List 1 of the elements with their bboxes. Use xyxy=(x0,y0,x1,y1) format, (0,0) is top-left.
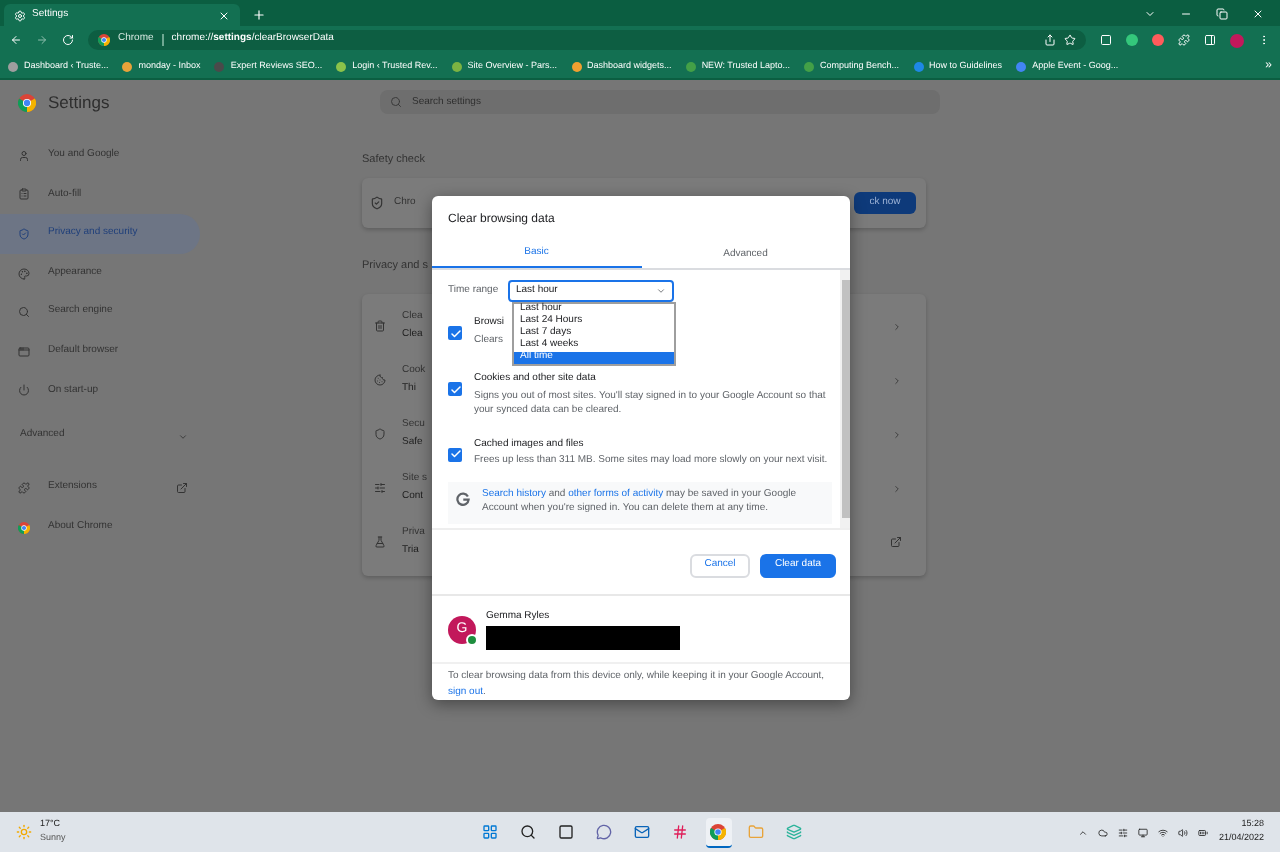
page-title: Settings xyxy=(48,89,110,115)
